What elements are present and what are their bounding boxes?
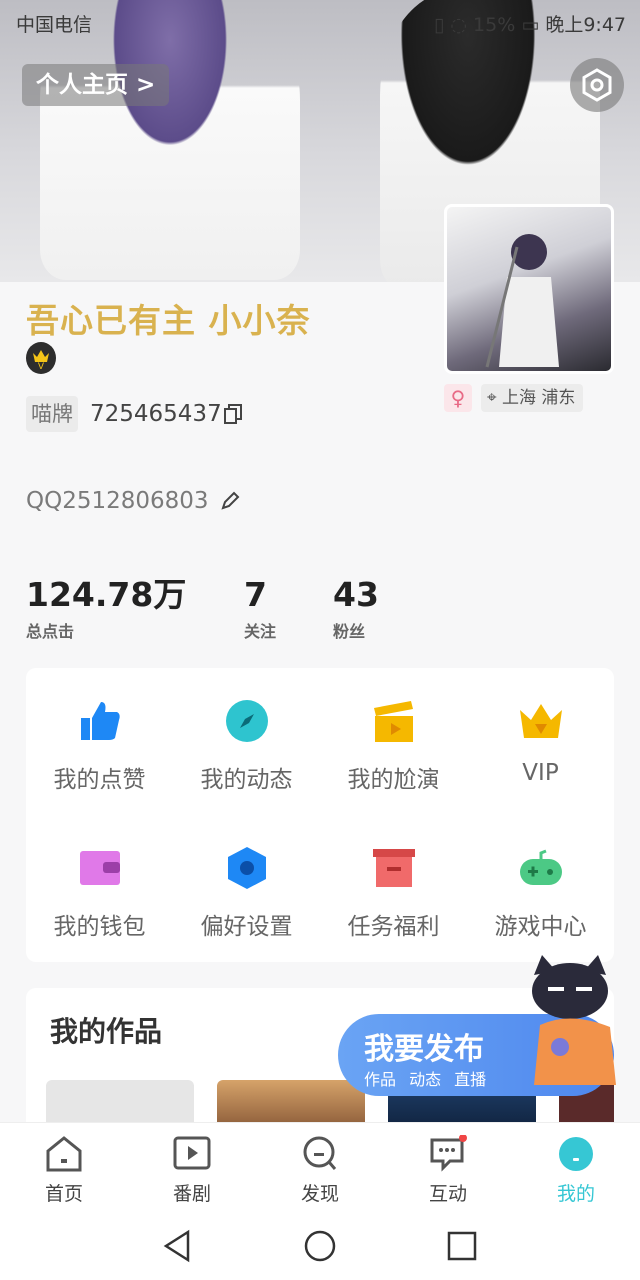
tag-label: 喵牌: [26, 396, 78, 432]
tab-me[interactable]: 我的: [512, 1123, 640, 1213]
menu-item-wallet[interactable]: 我的钱包: [26, 815, 173, 962]
tab-label: 首页: [44, 1183, 83, 1205]
clock: 晚上9:47: [545, 14, 626, 36]
location-pin-icon: ⌖: [487, 388, 497, 408]
menu-item-label: 我的动态: [200, 767, 293, 793]
nickname: 吾心已有主 小小奈: [26, 301, 311, 340]
menu-item-dynamics[interactable]: 我的动态: [173, 668, 320, 815]
menu-item-vip[interactable]: VIP: [467, 668, 614, 815]
svg-text:V: V: [38, 362, 45, 372]
menu-item-label: 我的点赞: [53, 767, 146, 793]
back-icon[interactable]: [160, 1228, 196, 1264]
thumbs-up-icon: [80, 702, 120, 740]
crown-icon: [519, 704, 562, 738]
discover-icon: [303, 1136, 337, 1170]
homepage-button[interactable]: 个人主页 >: [22, 64, 170, 106]
home-icon: [46, 1136, 82, 1172]
compass-icon: [225, 700, 268, 742]
location-tag: ⌖ 上海 浦东: [481, 384, 584, 412]
stat-label: 关注: [244, 622, 277, 641]
works-title: 我的作品: [50, 1015, 163, 1048]
settings-button[interactable]: [570, 58, 624, 112]
menu-item-performance[interactable]: 我的尬演: [320, 668, 467, 815]
copy-icon[interactable]: [224, 404, 242, 424]
mascot-cat-icon: [520, 955, 620, 1095]
tab-interaction[interactable]: 互动: [384, 1123, 512, 1213]
system-nav-bar: [0, 1212, 640, 1280]
menu-item-label: 任务福利: [347, 914, 440, 940]
recents-icon[interactable]: [444, 1228, 480, 1264]
menu-item-preferences[interactable]: 偏好设置: [173, 815, 320, 962]
box-icon: [372, 849, 415, 887]
menu-item-label: VIP: [522, 760, 559, 786]
tab-label: 互动: [428, 1183, 467, 1205]
location-text: 上海 浦东: [501, 388, 576, 408]
tab-anime[interactable]: 番剧: [128, 1123, 256, 1213]
tab-discover[interactable]: 发现: [256, 1123, 384, 1213]
wallet-icon: [79, 851, 120, 885]
menu-item-likes[interactable]: 我的点赞: [26, 668, 173, 815]
play-icon: [173, 1136, 211, 1170]
vip-badge-icon: V: [26, 342, 56, 374]
signal-icon: ▯ ◌: [433, 14, 467, 36]
edit-signature-icon[interactable]: [220, 491, 240, 511]
hexagon-gear-icon: [227, 847, 266, 889]
menu-item-label: 游戏中心: [494, 914, 587, 940]
gamepad-icon: [519, 849, 562, 885]
stat-total-clicks[interactable]: 124.78万 总点击: [26, 574, 186, 642]
user-id: 725465437: [90, 401, 222, 427]
menu-item-games[interactable]: 游戏中心: [467, 815, 614, 962]
stat-value: 124.78万: [26, 575, 187, 614]
gender-female-icon: ♀: [444, 384, 472, 412]
status-bar: 中国电信 ▯ ◌ 15% ▭ 晚上9:47: [0, 0, 640, 44]
stat-fans[interactable]: 43 粉丝: [333, 574, 379, 642]
publish-subtitle: 作品 动态 直播: [364, 1070, 487, 1089]
signature: QQ2512806803: [26, 488, 209, 514]
me-icon: [559, 1137, 593, 1171]
tab-label: 我的: [556, 1183, 595, 1205]
menu-grid: 我的点赞 我的动态 我的尬演 VIP 我的钱包 偏好设置 任务福利 游戏中心: [26, 668, 614, 962]
stat-value: 7: [244, 575, 267, 614]
tab-label: 发现: [300, 1183, 339, 1205]
menu-item-label: 我的尬演: [347, 767, 440, 793]
avatar[interactable]: [444, 204, 614, 374]
stat-label: 粉丝: [333, 622, 366, 641]
tab-label: 番剧: [172, 1183, 211, 1205]
menu-item-label: 偏好设置: [200, 914, 293, 940]
battery-icon: ▭: [521, 14, 540, 36]
stat-label: 总点击: [26, 622, 75, 641]
bottom-tab-bar: 首页 番剧 发现 互动 我的: [0, 1122, 640, 1213]
battery-percent: 15%: [473, 14, 516, 36]
clapperboard-icon: [373, 701, 413, 742]
chat-icon: [430, 1135, 467, 1172]
home-circle-icon[interactable]: [302, 1228, 338, 1264]
publish-title: 我要发布: [364, 1032, 484, 1067]
tab-home[interactable]: 首页: [0, 1123, 128, 1213]
menu-item-label: 我的钱包: [53, 914, 146, 940]
stat-following[interactable]: 7 关注: [244, 574, 276, 642]
carrier-label: 中国电信: [16, 14, 93, 36]
menu-item-tasks[interactable]: 任务福利: [320, 815, 467, 962]
stat-value: 43: [333, 575, 379, 614]
settings-icon: [582, 68, 612, 102]
